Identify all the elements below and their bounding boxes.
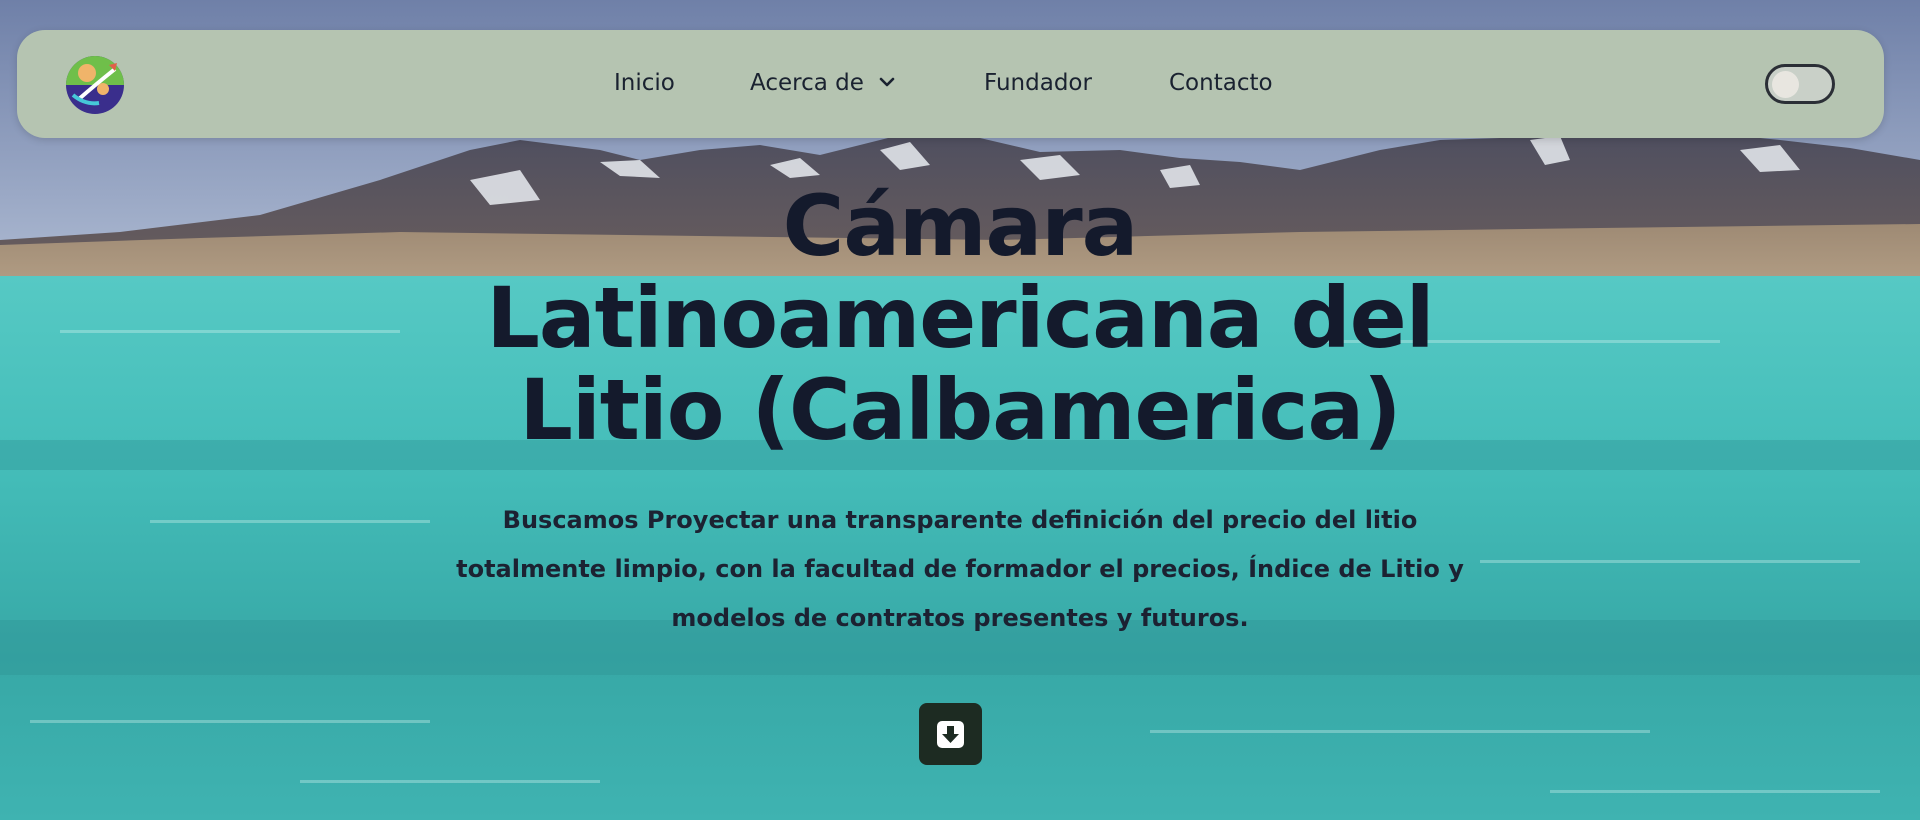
nav-link-acerca-label: Acerca de xyxy=(750,70,864,96)
scroll-down-button[interactable] xyxy=(919,703,982,765)
navbar: Inicio Acerca de Fundador Contacto xyxy=(17,30,1884,138)
hero-section: Inicio Acerca de Fundador Contacto Cámar… xyxy=(0,0,1920,820)
download-arrow-icon xyxy=(936,720,965,749)
nav-dropdown-acerca[interactable]: Acerca de xyxy=(750,68,898,98)
hero-subtitle: Buscamos Proyectar una transparente defi… xyxy=(456,506,1464,632)
hero-title: Cámara Latinoamericana del Litio (Calbam… xyxy=(486,177,1434,459)
theme-toggle-switch[interactable] xyxy=(1765,64,1835,104)
main-nav: Inicio Acerca de Fundador Contacto xyxy=(17,30,1884,138)
nav-link-fundador[interactable]: Fundador xyxy=(984,68,1092,98)
nav-link-inicio[interactable]: Inicio xyxy=(614,68,675,98)
nav-link-contacto[interactable]: Contacto xyxy=(1169,68,1273,98)
chevron-down-icon xyxy=(876,71,898,93)
toggle-knob xyxy=(1772,71,1799,98)
